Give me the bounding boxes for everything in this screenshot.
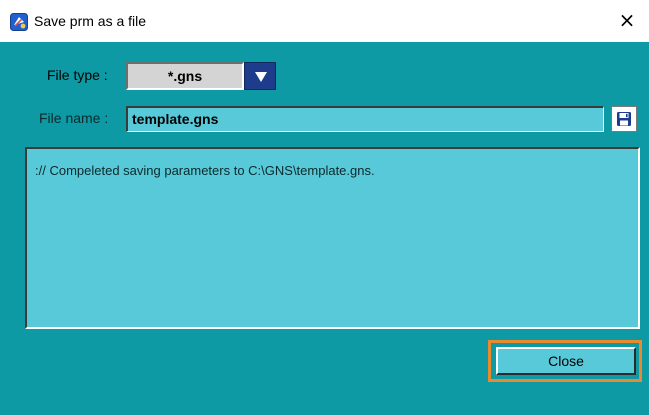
file-type-label: File type : xyxy=(47,67,108,83)
status-log: :// Compeleted saving parameters to C:\G… xyxy=(25,147,640,329)
save-button[interactable] xyxy=(611,106,637,132)
window-title: Save prm as a file xyxy=(34,13,147,29)
file-name-label: File name : xyxy=(39,110,109,126)
close-button[interactable]: Close xyxy=(496,347,636,375)
file-type-value[interactable]: *.gns xyxy=(126,62,244,90)
dropdown-button[interactable] xyxy=(244,62,276,90)
file-type-select[interactable]: *.gns xyxy=(126,62,276,90)
dialog-body: File type : *.gns File name : template.g… xyxy=(0,42,649,415)
app-icon xyxy=(10,13,28,31)
title-bar: Save prm as a file × xyxy=(0,0,649,42)
save-prm-dialog: Save prm as a file × File type : *.gns F… xyxy=(0,0,649,415)
file-name-field[interactable]: template.gns xyxy=(126,106,604,132)
status-message: :// Compeleted saving parameters to C:\G… xyxy=(35,163,375,178)
close-icon[interactable]: × xyxy=(615,8,639,32)
